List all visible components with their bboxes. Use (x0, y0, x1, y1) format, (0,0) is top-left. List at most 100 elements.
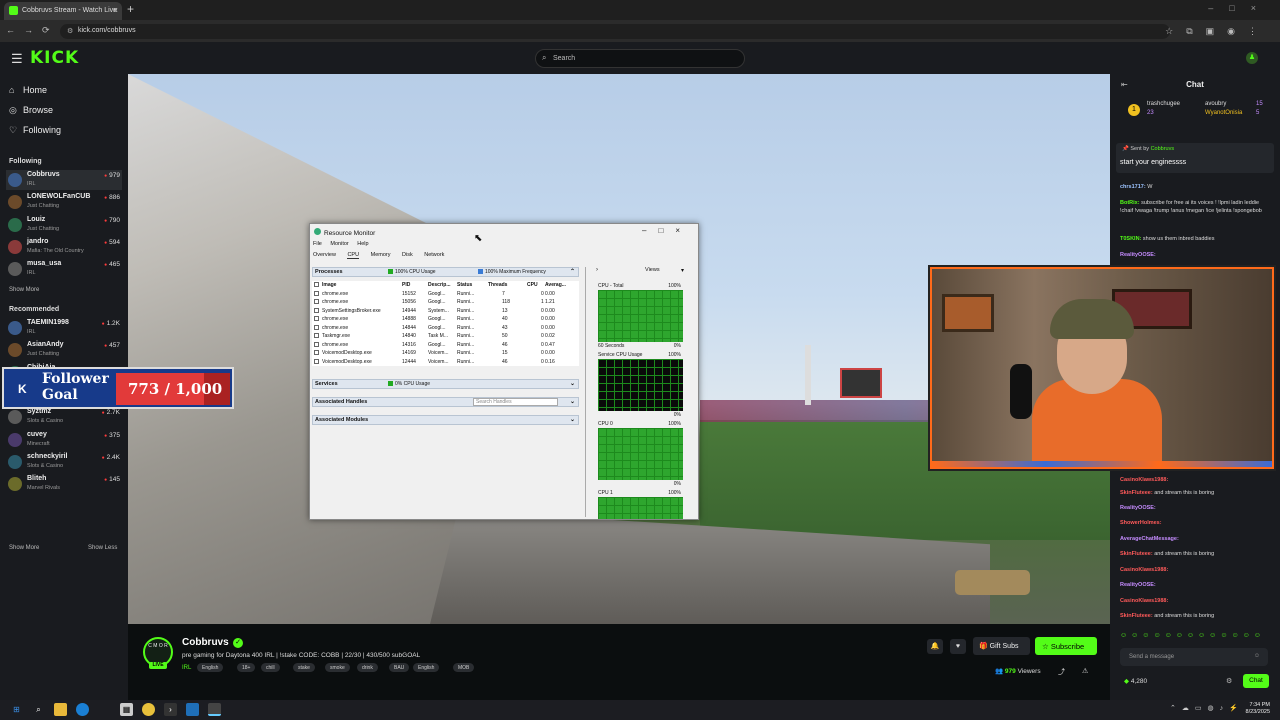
chat-username[interactable]: BotRix: (1120, 200, 1140, 206)
channel-name[interactable]: Cobbruvs (182, 637, 229, 648)
share-icon[interactable]: ⤴ (1058, 667, 1065, 677)
checkbox[interactable] (314, 282, 319, 287)
subscribe-button[interactable]: ☆ Subscribe (1035, 637, 1097, 655)
avatar[interactable]: ♟ (1246, 52, 1258, 64)
rm-process-row[interactable]: chrome.exe 15056 Googl... Runni... 118 1 1.21 (312, 298, 579, 307)
rm-process-row[interactable]: chrome.exe 14888 Googl... Runni... 40 0 0.00 (312, 315, 579, 324)
checkbox[interactable] (314, 324, 319, 330)
checkbox[interactable] (314, 341, 319, 347)
rm-menu-help[interactable]: Help (357, 241, 368, 247)
sidebar-channel-asianandy[interactable]: AsianAndy Just Chatting 457 (6, 340, 122, 360)
resource-monitor-taskbar-icon[interactable] (208, 703, 221, 716)
chat-username[interactable]: RealityOOSE: (1120, 505, 1156, 511)
follow-heart-icon[interactable]: ♥ (950, 639, 966, 654)
sidebar-channel-schneckyiril[interactable]: schneckyiril Slots & Casino 2.4K (6, 452, 122, 472)
rm-search-handles-input[interactable]: Search Handles (473, 398, 558, 406)
rm-views-button[interactable]: Views (645, 267, 660, 273)
browser-tab[interactable]: Cobbruvs Stream - Watch Live × (4, 2, 122, 20)
chat-username[interactable]: AverageChatMessage: (1120, 536, 1179, 542)
app-icon[interactable] (186, 703, 199, 716)
sidebar-channel-cobbruvs[interactable]: Cobbruvs IRL 979 (6, 170, 122, 190)
chat-username[interactable]: SkinFluteee: (1120, 551, 1153, 557)
stream-tag[interactable]: English (413, 663, 440, 672)
chat-send-button[interactable]: Chat (1243, 674, 1269, 688)
show-less-recommended[interactable]: Show Less (88, 545, 117, 551)
chat-username[interactable]: RealityOOSE: (1120, 582, 1156, 588)
rm-process-row[interactable]: chrome.exe 14316 Googl... Runni... 46 0 0.47 (312, 341, 579, 350)
chat-username[interactable]: chrs1717: (1120, 184, 1146, 190)
rm-process-row[interactable]: VoicemodDesktop.exe 14169 Voicem... Runni..… (312, 349, 579, 358)
stream-tag[interactable]: English (197, 663, 224, 672)
checkbox[interactable] (314, 290, 319, 296)
stream-tag[interactable]: drink (357, 663, 378, 672)
stream-tag[interactable]: MOB (453, 663, 475, 672)
expand-icon[interactable]: › (596, 267, 598, 273)
chevron-down-icon[interactable]: ⌄ (570, 380, 575, 387)
chat-username[interactable]: CasinoKlaws1988: (1120, 567, 1168, 573)
window-controls[interactable]: –□× (1208, 3, 1272, 13)
sidebar-channel-syztmz[interactable]: Syztmz Slots & Casino 2.7K (6, 407, 122, 427)
checkbox[interactable] (314, 358, 319, 364)
chat-username[interactable]: SkinFluteee: (1120, 613, 1153, 619)
stream-tag[interactable]: 18+ (237, 663, 256, 672)
chat-username[interactable]: CasinoKlaws1988: (1120, 477, 1168, 483)
sidebar-channel-musa-usa[interactable]: musa_usa IRL 465 (6, 259, 122, 279)
stream-tag[interactable]: stake (293, 663, 315, 672)
gifter-3-name[interactable]: WyanotOnisia (1205, 110, 1242, 116)
rm-modules-header[interactable]: Associated Modules ⌄ (312, 415, 579, 425)
sidebar-channel-cuvey[interactable]: cuvey Minecraft 375 (6, 430, 122, 450)
rm-process-row[interactable]: Taskmgr.exe 14840 Task M... Runni... 50 0 0.02 (312, 332, 579, 341)
rm-services-header[interactable]: Services 0% CPU Usage ⌄ (312, 379, 579, 389)
nav-home[interactable]: ⌂ Home (9, 85, 47, 95)
col-pid[interactable]: PID (402, 282, 410, 288)
browser-nav-icons[interactable]: ←→⟳ (6, 25, 59, 36)
channel-points[interactable]: ◆ 4,280 (1124, 677, 1147, 685)
chat-username[interactable]: CasinoKlaws1988: (1120, 598, 1168, 604)
nav-browse[interactable]: ◎ Browse (9, 105, 53, 116)
menu-icon[interactable]: ☰ (11, 51, 23, 67)
col-description[interactable]: Descrip... (428, 282, 451, 288)
report-icon[interactable]: ⚠ (1082, 667, 1088, 675)
chrome-icon[interactable] (142, 703, 155, 716)
rm-process-row[interactable]: chrome.exe 15152 Googl... Runni... 7 0 0.00 (312, 290, 579, 299)
emote-row[interactable]: ☺☺☺☺☺☺☺☺☺☺☺☺☺ (1120, 632, 1270, 642)
col-image[interactable]: Image (322, 282, 336, 288)
chat-username[interactable]: T0SKIN: (1120, 236, 1141, 242)
rm-window-controls[interactable]: –□× (642, 226, 692, 235)
rm-tab-overview[interactable]: Overview (313, 252, 336, 258)
rm-handles-header[interactable]: Associated Handles Search Handles ⌄ (312, 397, 579, 407)
show-more-recommended[interactable]: Show More (9, 545, 39, 551)
rm-process-row[interactable]: VoicemodDesktop.exe 12444 Voicem... Runni..… (312, 358, 579, 367)
new-tab-icon[interactable]: + (127, 2, 134, 16)
taskbar-clock[interactable]: 7:34 PM 8/23/2025 (1246, 702, 1270, 716)
chevron-up-icon[interactable]: ⌃ (570, 268, 575, 275)
chevron-down-icon[interactable]: ⌄ (570, 416, 575, 423)
close-tab-icon[interactable]: × (113, 5, 118, 15)
store-icon[interactable]: ▦ (120, 703, 133, 716)
rm-process-row[interactable]: chrome.exe 14844 Googl... Runni... 43 0 0.00 (312, 324, 579, 333)
rm-tab-memory[interactable]: Memory (371, 252, 391, 258)
gifter-2-name[interactable]: avoubry (1205, 101, 1226, 107)
checkbox[interactable] (314, 316, 319, 321)
show-more-following[interactable]: Show More (9, 287, 39, 293)
checkbox[interactable] (314, 307, 319, 313)
kick-logo[interactable]: KICK (30, 48, 79, 68)
edge-icon[interactable] (76, 703, 89, 716)
windows-start-icon[interactable]: ⊞ (10, 703, 23, 716)
chat-username[interactable]: SkinFluteee: (1120, 490, 1153, 496)
sidebar-channel-lonewolfancub[interactable]: LONEWOLFanCUB Just Chatting 886 (6, 192, 122, 212)
checkbox[interactable] (314, 333, 319, 338)
search-input[interactable]: ⌕ Search (535, 49, 745, 68)
col-status[interactable]: Status (457, 282, 472, 288)
resource-monitor-window[interactable]: Resource Monitor –□× File Monitor Help O… (309, 223, 699, 520)
file-explorer-icon[interactable] (54, 703, 67, 716)
stream-tag[interactable]: smoke (325, 663, 350, 672)
dropdown-icon[interactable]: ▾ (681, 267, 684, 274)
col-cpu[interactable]: CPU (527, 282, 538, 288)
sidebar-channel-bliteh[interactable]: Bliteh Marvel Rivals 145 (6, 474, 122, 494)
gift-subs-button[interactable]: 🎁 Gift Subs (973, 637, 1030, 655)
system-tray-icons[interactable]: ⌃☁▭◍♪⚡ (1170, 704, 1244, 712)
chat-username[interactable]: ShowerHolmes: (1120, 520, 1162, 526)
site-info-icon[interactable]: ⚙ (67, 27, 73, 35)
browser-toolbar-icons[interactable]: ☆⧉▣◉⋮ (1165, 26, 1270, 37)
